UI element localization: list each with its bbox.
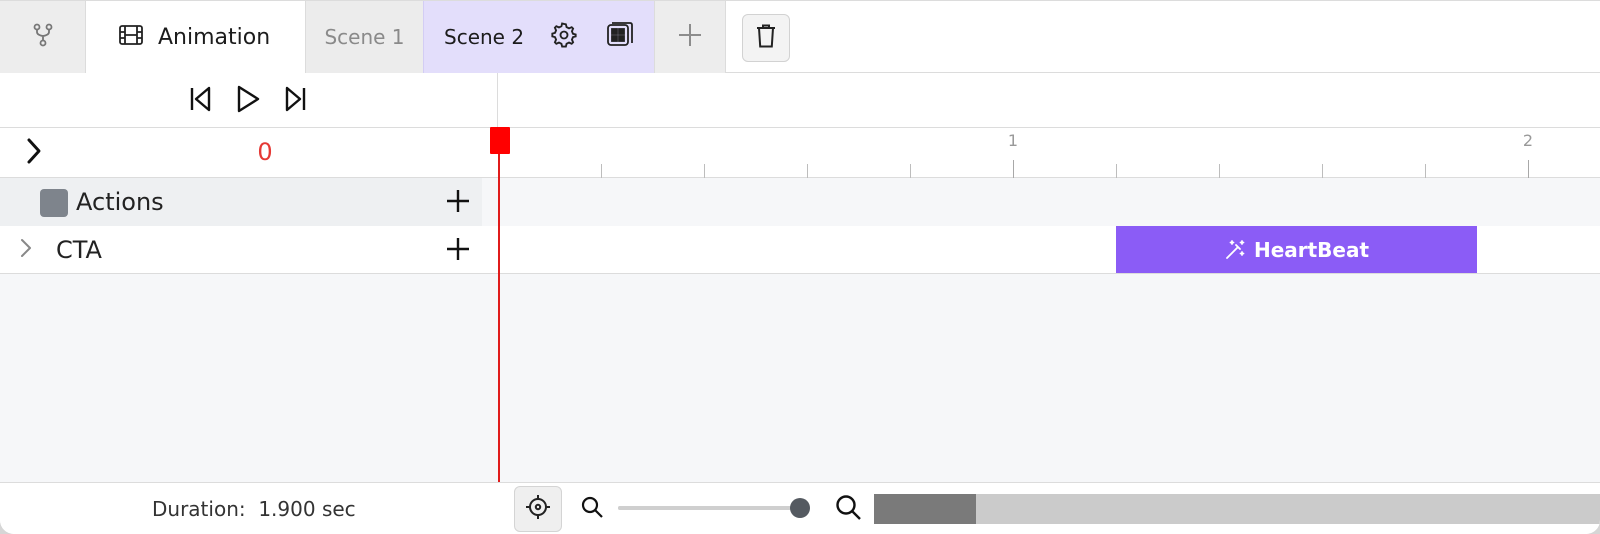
ruler-minor-tick	[807, 164, 808, 178]
status-bar: Duration: 1.900 sec	[0, 482, 1600, 534]
skip-forward-icon	[284, 85, 308, 117]
tab-animation[interactable]: Animation	[86, 1, 305, 73]
tab-scene-2-label: Scene 2	[444, 25, 525, 49]
film-icon	[118, 24, 144, 50]
play-button[interactable]	[232, 85, 264, 117]
tab-scene-2[interactable]: Scene 2	[423, 1, 654, 73]
ruler-minor-tick	[910, 164, 911, 178]
transport-divider	[497, 73, 498, 128]
plus-icon	[445, 188, 471, 218]
skip-back-button[interactable]	[184, 85, 216, 117]
duration-value: 1.900 sec	[258, 497, 356, 521]
gear-icon[interactable]	[550, 21, 578, 53]
magic-wand-icon	[1224, 239, 1246, 261]
play-icon	[235, 84, 261, 118]
plus-icon	[445, 236, 471, 266]
track-actions-label: Actions	[76, 188, 164, 216]
skip-back-icon	[188, 85, 212, 117]
track-cta[interactable]: CTA HeartBeat	[0, 226, 1600, 274]
zoom-out-icon	[580, 495, 604, 523]
layout-grid-icon[interactable]	[606, 21, 634, 53]
timeline-scrollbar[interactable]	[874, 494, 1600, 524]
tab-scene-1[interactable]: Scene 1	[305, 1, 423, 73]
tab-bar: Animation Scene 1 Scene 2	[0, 0, 1600, 73]
duration-label: Duration:	[152, 497, 246, 521]
tab-scene-1-label: Scene 1	[324, 25, 405, 49]
plus-icon	[677, 22, 703, 52]
ruler-minor-tick	[1116, 164, 1117, 178]
ruler-major-tick	[1528, 160, 1529, 178]
playhead-handle[interactable]	[490, 127, 510, 154]
time-ruler[interactable]: 12	[498, 128, 1600, 178]
ruler-minor-tick	[1425, 164, 1426, 178]
timeline-scrollbar-thumb[interactable]	[874, 494, 976, 524]
branch-tab[interactable]	[0, 1, 86, 73]
ruler-major-tick	[1013, 160, 1014, 178]
tab-animation-label: Animation	[158, 24, 271, 50]
crosshair-icon	[525, 494, 551, 524]
track-actions[interactable]: Actions	[0, 178, 1600, 226]
delete-scene-button[interactable]	[742, 14, 790, 62]
expand-all-button[interactable]	[18, 136, 50, 170]
add-scene-button[interactable]	[654, 1, 726, 73]
center-playhead-button[interactable]	[514, 486, 562, 532]
timeline-app: Animation Scene 1 Scene 2 0 1 2 Actions …	[0, 0, 1600, 534]
chevron-right-icon	[19, 237, 33, 263]
current-frame: 0	[257, 138, 273, 166]
skip-forward-button[interactable]	[280, 85, 312, 117]
playhead-line	[498, 150, 500, 482]
ruler-minor-tick	[704, 164, 705, 178]
track-color-swatch[interactable]	[40, 189, 68, 217]
track-cta-label: CTA	[56, 236, 102, 264]
add-action-button[interactable]	[444, 189, 472, 217]
trash-icon	[755, 23, 777, 53]
animation-clip[interactable]: HeartBeat	[1116, 226, 1477, 273]
zoom-in-button[interactable]	[832, 493, 864, 525]
chevron-right-icon	[24, 137, 44, 169]
zoom-slider-thumb[interactable]	[790, 498, 810, 518]
ruler-minor-tick	[1219, 164, 1220, 178]
tracks-area: Actions CTA HeartBeat	[0, 178, 1600, 484]
ruler-tick-label: 1	[1007, 131, 1019, 150]
transport-bar	[0, 73, 1600, 128]
duration-readout: Duration: 1.900 sec	[152, 497, 356, 521]
add-animation-button[interactable]	[444, 237, 472, 265]
ruler-minor-tick	[601, 164, 602, 178]
zoom-slider[interactable]	[618, 498, 810, 518]
branch-icon	[32, 23, 54, 51]
ruler-tick-label: 2	[1522, 131, 1534, 150]
zoom-out-button[interactable]	[578, 495, 606, 523]
expand-track-button[interactable]	[16, 238, 36, 262]
track-actions-header	[0, 178, 482, 226]
clip-label: HeartBeat	[1253, 237, 1370, 262]
zoom-slider-fill	[618, 506, 800, 510]
zoom-in-icon	[834, 493, 862, 525]
ruler-minor-tick	[1322, 164, 1323, 178]
ruler-row: 0 12	[0, 128, 1600, 178]
